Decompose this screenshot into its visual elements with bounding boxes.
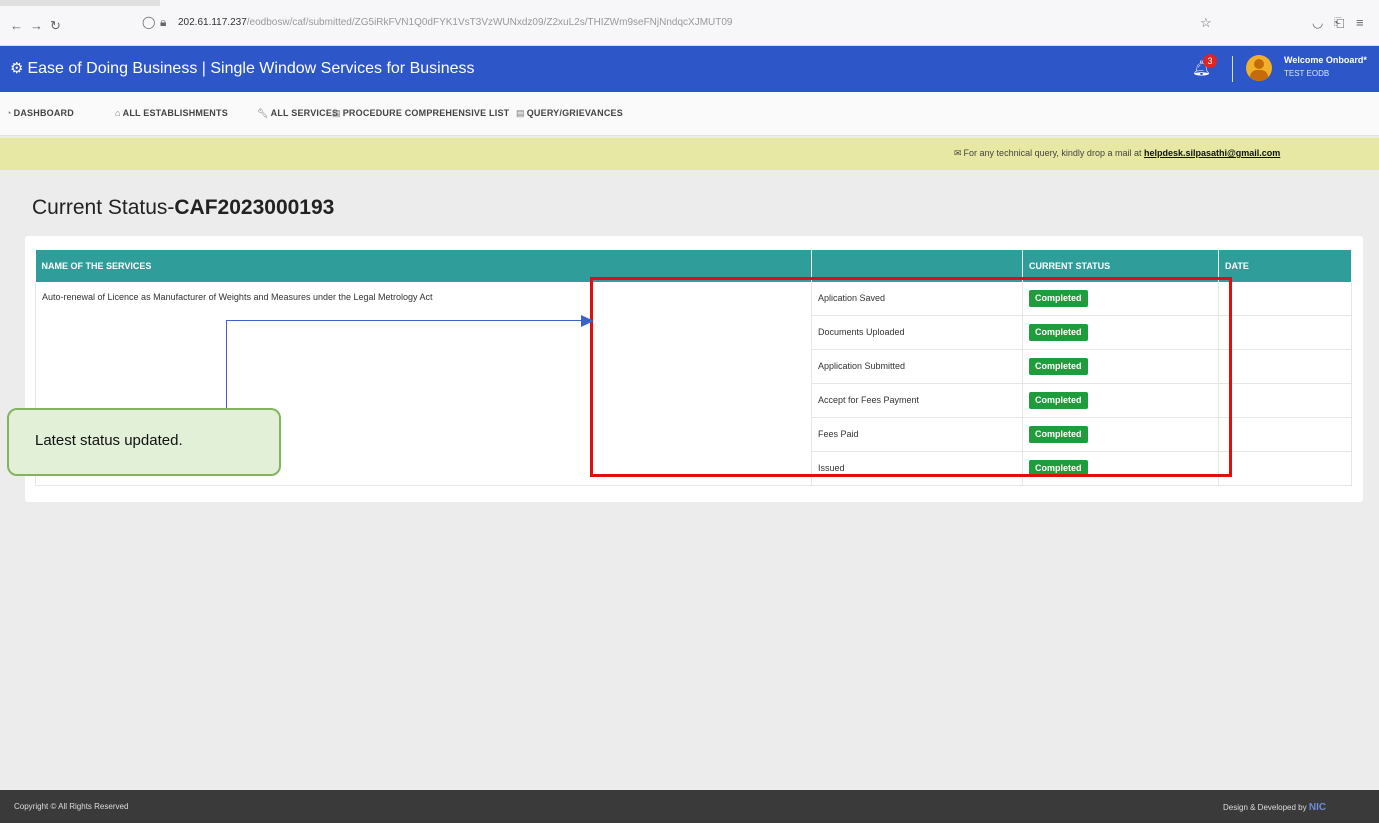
app-title-text: Ease of Doing Business | Single Window S…	[27, 60, 475, 77]
user-name: TEST EODB	[1284, 69, 1330, 78]
star-icon[interactable]: ☆	[1200, 15, 1212, 31]
menu-item-label: QUERY/GRIEVANCES	[526, 108, 623, 118]
menu-item-query-grievances[interactable]: ▤ QUERY/GRIEVANCES	[516, 108, 623, 119]
reload-icon[interactable]: ↻	[50, 18, 61, 34]
notice-bar: ✉ For any technical query, kindly drop a …	[0, 138, 1379, 170]
menu-item-all-services[interactable]: 🔧︎ ALL SERVICES	[257, 108, 338, 119]
cogs-icon: ⚙	[10, 60, 24, 77]
design-credit-text: Design & Developed by	[1223, 803, 1307, 812]
menu-item-label: ALL SERVICES	[270, 108, 339, 118]
callout-text: Latest status updated.	[35, 432, 183, 449]
url-bar[interactable]: 202.61.117.237/eodbosw/caf/submitted/ZG5…	[178, 17, 733, 28]
browser-toolbar: ← → ↻ ◯ 🔒︎ 202.61.117.237/eodbosw/caf/su…	[0, 0, 1379, 46]
date-cell	[1218, 417, 1352, 452]
date-cell	[1218, 282, 1352, 316]
main-menu: ◔ DASHBOARD ⌂ ALL ESTABLISHMENTS 🔧︎ ALL SER…	[0, 92, 1379, 136]
caf-number: CAF2023000193	[174, 196, 335, 219]
callout-connector-vertical	[226, 320, 227, 410]
copyright-text: Copyright © All Rights Reserved	[14, 802, 129, 811]
menu-item-all-establishments[interactable]: ⌂ ALL ESTABLISHMENTS	[115, 108, 228, 118]
menu-item-procedure-list[interactable]: ▤ PROCEDURE COMPREHENSIVE LIST	[332, 108, 509, 119]
url-host: 202.61.117.237	[178, 17, 247, 28]
menu-icon[interactable]: ≡	[1356, 15, 1364, 30]
menu-item-label: PROCEDURE COMPREHENSIVE LIST	[342, 108, 510, 118]
design-credit: Design & Developed by NIC	[1223, 802, 1326, 813]
nic-logo: NIC	[1308, 802, 1327, 813]
callout-connector-horizontal	[226, 320, 582, 321]
list-icon: ▤	[332, 108, 341, 118]
avatar[interactable]	[1246, 55, 1272, 81]
notice-text: ✉ For any technical query, kindly drop a …	[954, 148, 1280, 159]
footer: Copyright © All Rights Reserved Design &…	[0, 790, 1379, 823]
date-cell	[1218, 349, 1352, 384]
menu-item-label: ALL ESTABLISHMENTS	[122, 108, 228, 118]
url-path: /eodbosw/caf/submitted/ZG5iRkFVN1Q0dFYK1…	[246, 17, 733, 28]
pocket-icon[interactable]: ◡	[1312, 15, 1323, 31]
menu-item-label: DASHBOARD	[13, 108, 74, 118]
mail-icon: ✉	[954, 148, 962, 158]
date-cell	[1218, 315, 1352, 350]
welcome-text[interactable]: Welcome Onboard*	[1284, 55, 1367, 65]
dashboard-icon: ◔	[6, 108, 12, 118]
page-title-prefix: Current Status-	[32, 196, 175, 219]
forward-arrow-icon[interactable]: →	[30, 18, 43, 33]
extensions-icon[interactable]: ⎗	[1334, 15, 1344, 31]
highlight-box	[590, 277, 1232, 477]
app-title[interactable]: ⚙ Ease of Doing Business | Single Window …	[10, 59, 474, 78]
helpdesk-email-link[interactable]: helpdesk.silpasathi@gmail.com	[1144, 148, 1280, 158]
date-cell	[1218, 383, 1352, 418]
shield-icon[interactable]: ◯	[142, 15, 155, 29]
back-arrow-icon[interactable]: ←	[10, 18, 23, 33]
notification-badge: 3	[1203, 54, 1217, 68]
callout-box: Latest status updated.	[7, 408, 281, 476]
app-header: ⚙ Ease of Doing Business | Single Window …	[0, 46, 1379, 92]
menu-item-dashboard[interactable]: ◔ DASHBOARD	[6, 108, 74, 118]
avatar-body	[1250, 70, 1268, 81]
arrow-head-icon	[581, 315, 594, 327]
wrench-icon: 🔧︎	[257, 108, 269, 118]
building-icon: ⌂	[115, 108, 121, 118]
date-cell	[1218, 451, 1352, 486]
lock-icon[interactable]: 🔒︎	[160, 15, 166, 30]
list-icon: ▤	[516, 108, 525, 118]
notice-message: For any technical query, kindly drop a m…	[963, 148, 1144, 158]
browser-tab-strip	[0, 0, 160, 6]
header-divider	[1232, 56, 1233, 82]
avatar-head	[1254, 59, 1264, 69]
page-title: Current Status-CAF2023000193	[32, 196, 334, 220]
column-header-date: DATE	[1218, 250, 1352, 282]
